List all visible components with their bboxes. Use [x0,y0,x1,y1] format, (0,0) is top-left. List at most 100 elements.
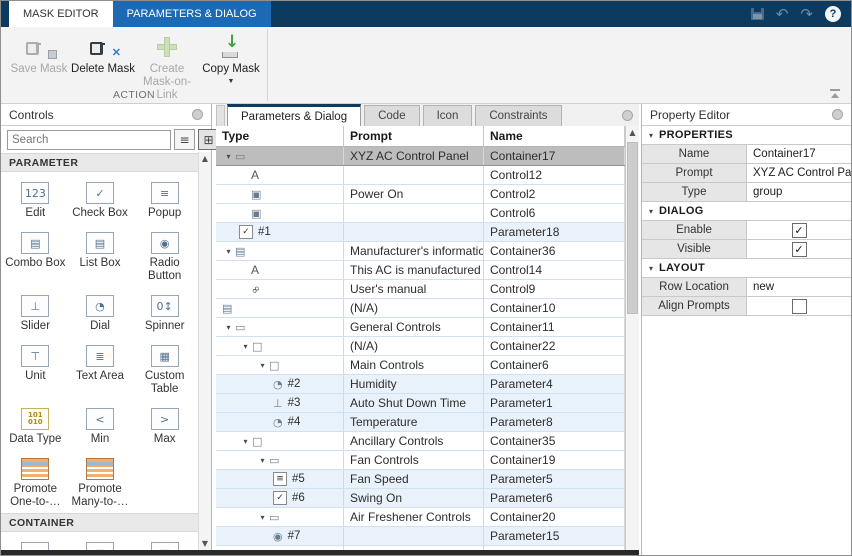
property-section-dialog[interactable]: ▾DIALOG [642,202,851,221]
expand-icon[interactable]: ▾ [649,264,653,273]
control-item-dial[interactable]: ◔Dial [68,287,133,337]
undo-icon[interactable]: ↶ [776,7,789,22]
panel-options-icon[interactable] [622,110,633,121]
redo-icon[interactable]: ↷ [800,7,813,22]
control-item-edit[interactable]: 123Edit [3,174,68,224]
control-item-popup[interactable]: ≡Popup [132,174,197,224]
expand-icon[interactable]: ▾ [649,207,653,216]
controls-scrollbar[interactable]: ▲ ▼ [198,152,211,555]
control-item-radio-button[interactable]: ◉Radio Button [132,224,197,287]
property-grid: ▾PROPERTIESNameContainer17PromptXYZ AC C… [642,126,851,316]
panel-handle[interactable] [216,105,225,126]
property-value[interactable]: XYZ AC Control Pa… [747,164,851,182]
table-row[interactable]: ▤(N/A)Container10 [216,299,625,318]
table-row[interactable]: ▾□Ancillary ControlsContainer35 [216,432,625,451]
tab-code[interactable]: Code [364,105,420,126]
table-row[interactable]: ▾▭Fan ControlsContainer19 [216,451,625,470]
column-header-name[interactable]: Name [484,126,625,146]
table-row[interactable]: ✓#6Swing OnParameter6 [216,489,625,508]
collapse-ribbon-button[interactable] [829,89,841,99]
checkbox-unchecked[interactable] [792,299,807,314]
table-row[interactable]: ▾▭XYZ AC Control PanelContainer17 [216,147,625,166]
control-item-text-area[interactable]: ≣Text Area [68,337,133,400]
prompt-cell: Fan Speed [344,470,484,488]
panel-options-icon[interactable] [832,109,843,120]
table-row[interactable]: ▾▭Air Freshener ControlsContainer20 [216,508,625,527]
expand-icon[interactable]: ▾ [222,152,235,161]
control-item-unit[interactable]: ⊤Unit [3,337,68,400]
column-header-type[interactable]: Type [216,126,344,146]
tab-parameters-dialog[interactable]: Parameters & Dialog [227,104,361,126]
table-scrollbar[interactable]: ▲ [625,126,639,555]
control-item-min[interactable]: <Min [68,400,133,450]
table-row[interactable]: ▣Control6 [216,204,625,223]
search-input[interactable] [7,130,171,150]
control-item-custom-table[interactable]: ▦Custom Table [132,337,197,400]
dropdown-caret-icon[interactable]: ▼ [228,78,235,85]
expand-icon[interactable]: ▾ [256,513,269,522]
table-row[interactable]: ▾▭General ControlsContainer11 [216,318,625,337]
checkbox-checked[interactable]: ✓ [792,223,807,238]
table-row[interactable]: ▣Power OnControl2 [216,185,625,204]
text-icon: A [251,265,259,276]
help-icon[interactable]: ? [825,6,841,22]
spinner-icon: 0↕ [151,295,179,317]
table-row[interactable]: AThis AC is manufactured by…Control14 [216,261,625,280]
property-section-layout[interactable]: ▾LAYOUT [642,259,851,278]
table-row[interactable]: ◔#2HumidityParameter4 [216,375,625,394]
text-area-icon: ≣ [86,345,114,367]
table-row[interactable]: ✓#1Parameter18 [216,223,625,242]
expand-icon[interactable]: ▾ [239,437,252,446]
table-row[interactable]: ∞User's manualControl9 [216,280,625,299]
save-mask-button: Save Mask [7,31,71,96]
table-row[interactable]: ≡#5Fan SpeedParameter5 [216,470,625,489]
table-row[interactable]: ▾□Main ControlsContainer6 [216,356,625,375]
scrollbar-thumb[interactable] [627,142,638,314]
property-label: Row Location [642,278,747,296]
property-row-type: Typegroup [642,183,851,202]
type-cell: ▣ [216,204,344,222]
titlebar-tab-parameters-dialog[interactable]: PARAMETERS & DIALOG [113,1,271,27]
scroll-down-icon[interactable]: ▼ [199,539,211,548]
property-value[interactable]: group [747,183,851,201]
table-row[interactable]: ◉#7Parameter15 [216,527,625,546]
promote-many-icon [86,458,114,480]
control-item-promote-many-to[interactable]: Promote Many-to-… [68,450,133,513]
table-row[interactable]: ▾▤Manufacturer's informationContainer36 [216,242,625,261]
column-header-prompt[interactable]: Prompt [344,126,484,146]
expand-icon[interactable]: ▾ [649,131,653,140]
control-item-slider[interactable]: ⊥Slider [3,287,68,337]
scroll-up-icon[interactable]: ▲ [626,128,639,137]
table-row[interactable]: ▾□(N/A)Container22 [216,337,625,356]
tab-icon[interactable]: Icon [423,105,473,126]
expand-icon[interactable]: ▾ [222,323,235,332]
control-item-max[interactable]: >Max [132,400,197,450]
expand-icon[interactable]: ▾ [256,361,269,370]
tab-constraints[interactable]: Constraints [475,105,561,126]
expand-icon[interactable]: ▾ [256,456,269,465]
copy-mask-button[interactable]: Copy Mask ▼ [199,31,263,96]
control-item-spinner[interactable]: 0↕Spinner [132,287,197,337]
titlebar-tab-mask-editor[interactable]: MASK EDITOR [9,1,113,27]
control-item-combo-box[interactable]: ▤Combo Box [3,224,68,287]
control-item-check-box[interactable]: ✓Check Box [68,174,133,224]
expand-icon[interactable]: ▾ [239,342,252,351]
table-header: TypePromptName [216,126,625,147]
scroll-up-icon[interactable]: ▲ [199,154,211,163]
property-value[interactable]: Container17 [747,145,851,163]
button-label: Copy Mask [202,63,260,76]
property-value[interactable]: new [747,278,851,296]
panel-options-icon[interactable] [192,109,203,120]
table-row[interactable]: ⊥#3Auto Shut Down TimeParameter1 [216,394,625,413]
control-item-list-box[interactable]: ▤List Box [68,224,133,287]
save-icon[interactable] [751,8,764,20]
property-section-properties[interactable]: ▾PROPERTIES [642,126,851,145]
checkbox-checked[interactable]: ✓ [792,242,807,257]
table-row[interactable]: ◔#4TemperatureParameter8 [216,413,625,432]
table-row[interactable]: AControl12 [216,166,625,185]
control-item-promote-one-to[interactable]: Promote One-to-… [3,450,68,513]
list-view-button[interactable]: ≡ [174,129,195,150]
delete-mask-button[interactable]: ✕Delete Mask [71,31,135,96]
expand-icon[interactable]: ▾ [222,247,235,256]
control-item-data-type[interactable]: 101010Data Type [3,400,68,450]
